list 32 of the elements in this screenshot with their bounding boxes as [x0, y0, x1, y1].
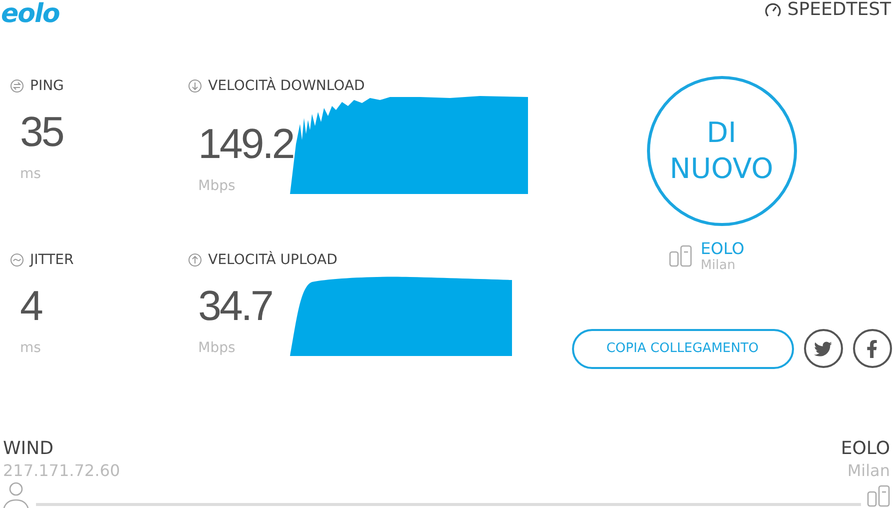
metric-value: 4: [20, 280, 43, 331]
metric-label: PING: [10, 78, 178, 94]
metric-label: VELOCITÀ UPLOAD: [188, 252, 540, 268]
wave-icon: [10, 252, 24, 267]
gauge-icon: [764, 0, 782, 18]
server-location: Milan: [700, 258, 736, 273]
server-icon: [867, 484, 891, 508]
metric-label: JITTER: [10, 252, 178, 268]
metric-unit: Mbps: [198, 340, 236, 356]
person-icon: [2, 482, 30, 508]
download-icon: [188, 78, 202, 93]
f-share-button[interactable]: [852, 329, 892, 368]
server-icon: [668, 244, 693, 268]
metric-label: VELOCITÀ DOWNLOAD: [188, 78, 540, 94]
bird-icon: [814, 340, 832, 358]
logo[interactable]: eolo: [1, 0, 62, 28]
metric-value: 35: [20, 106, 64, 157]
server-name: EOLO: [840, 438, 890, 459]
metric-unit: Mbps: [198, 178, 236, 194]
metric-unit: ms: [20, 340, 42, 356]
speedtest-title: SPEEDTEST: [787, 0, 891, 20]
metric-unit: ms: [20, 166, 42, 182]
isp-name: WIND: [3, 438, 54, 459]
restart-button[interactable]: DI NUOVO: [646, 76, 796, 226]
bird-share-button[interactable]: [804, 329, 842, 368]
copy-link-button[interactable]: COPIA COLLEGAMENTO: [572, 328, 794, 369]
ping-icon: [10, 78, 24, 93]
server-name[interactable]: EOLO: [700, 238, 744, 258]
upload-icon: [188, 252, 202, 267]
ip-address: 217.171.72.60: [3, 461, 120, 480]
server-location: Milan: [847, 461, 890, 480]
metric-value: 34.7: [198, 280, 273, 331]
